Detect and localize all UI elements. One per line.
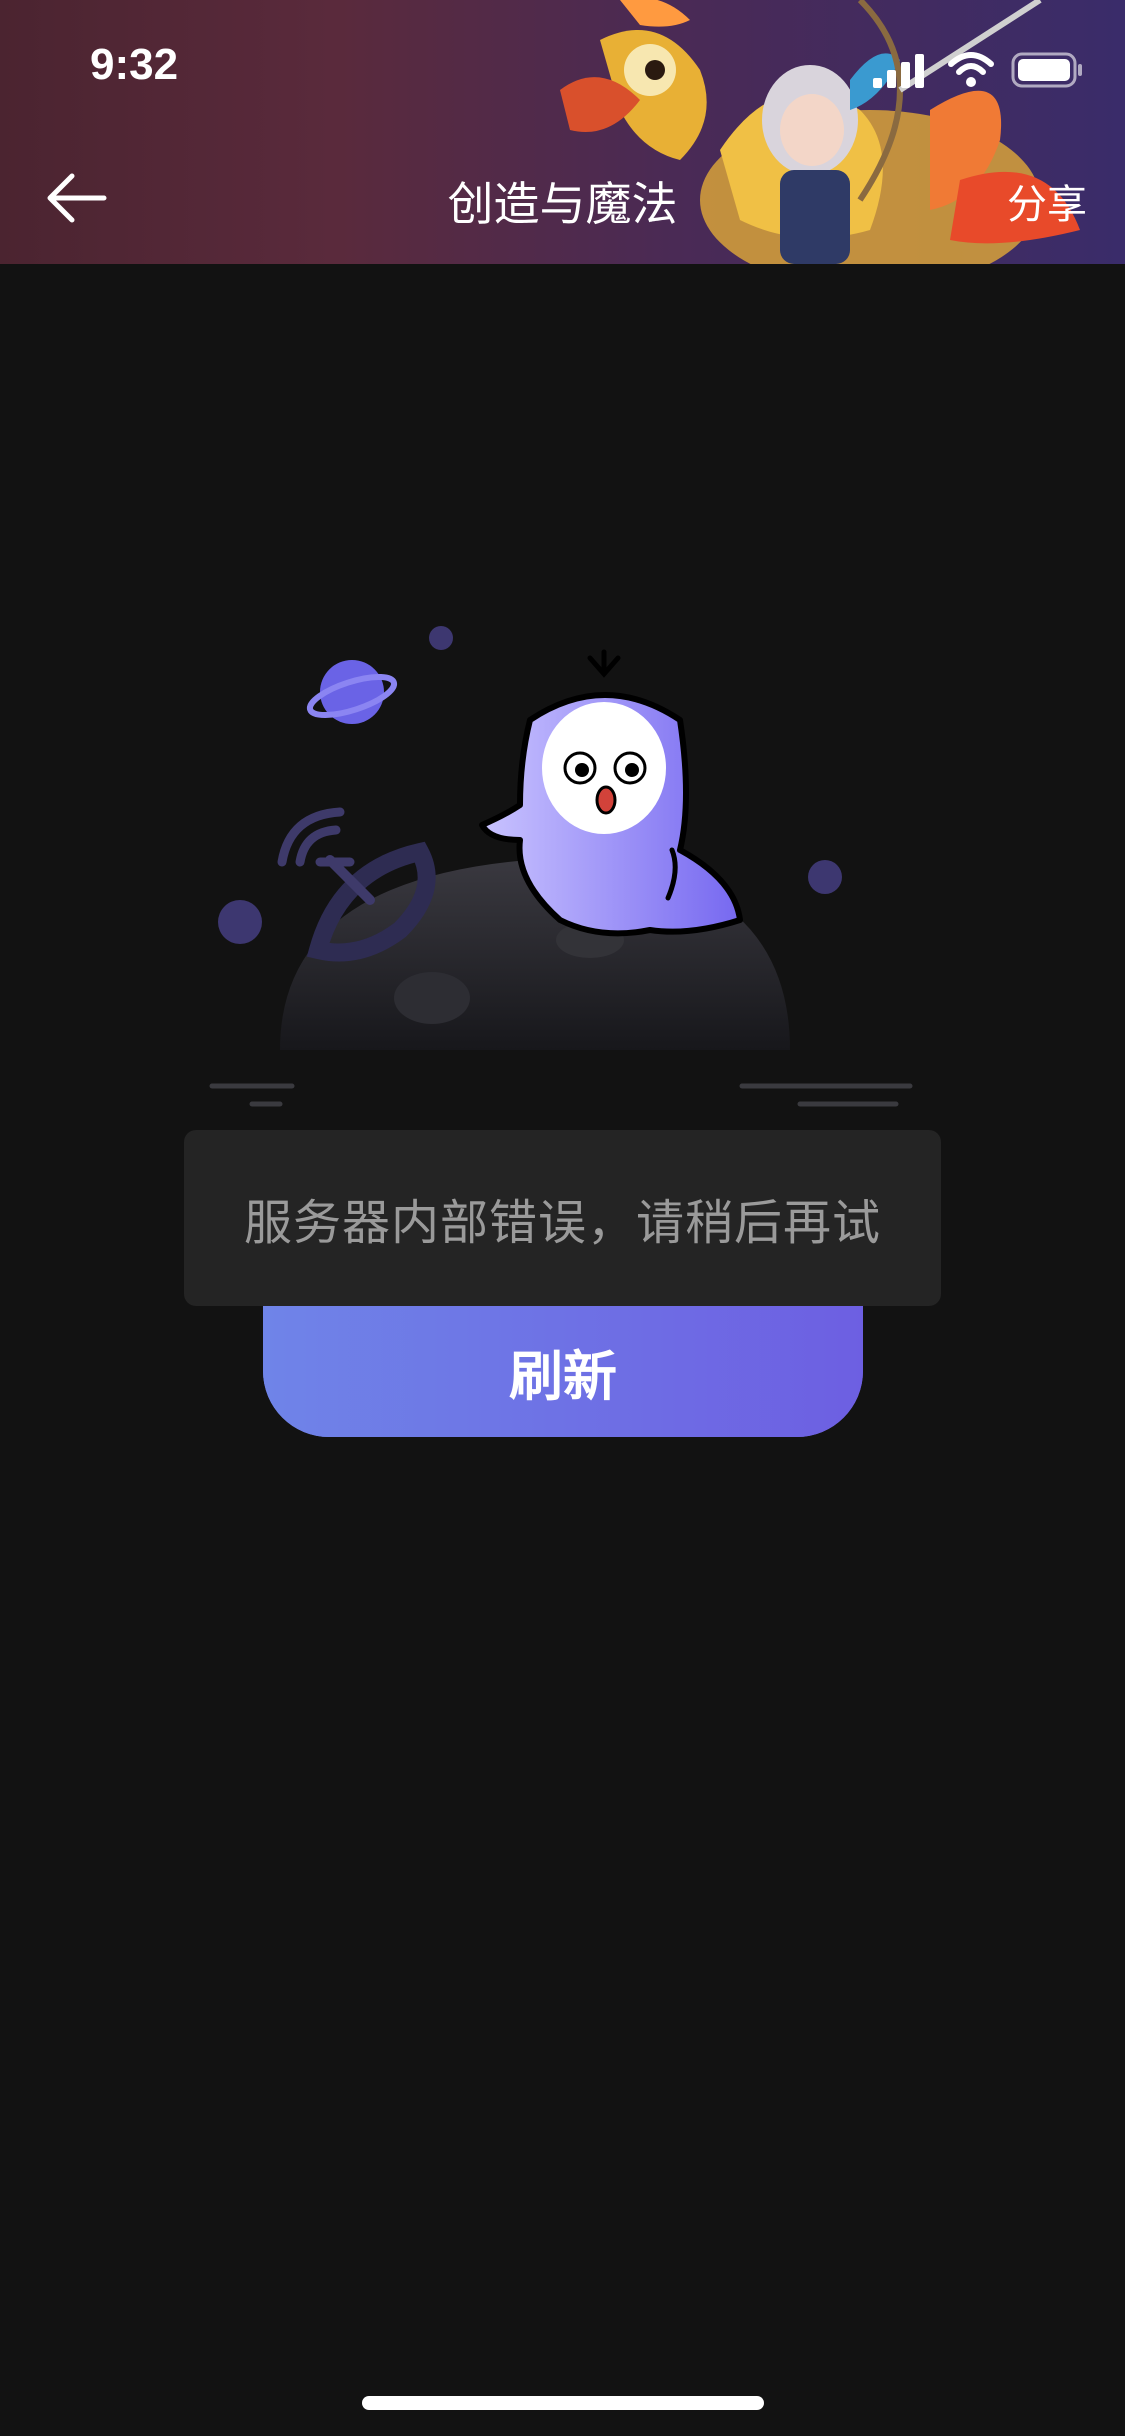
page-title: 创造与魔法 <box>447 177 678 231</box>
status-icons <box>871 48 1085 92</box>
status-time: 9:32 <box>90 40 179 89</box>
battery-icon <box>1011 52 1082 88</box>
home-indicator[interactable] <box>362 2396 764 2410</box>
error-illustration <box>209 626 913 1107</box>
refresh-button-label: 刷新 <box>509 1345 617 1408</box>
wifi-icon <box>948 52 994 87</box>
error-message: 服务器内部错误，请稍后再试 <box>243 1195 881 1251</box>
planet-icon <box>306 660 398 724</box>
refresh-button[interactable]: 刷新 <box>263 1286 863 1437</box>
error-message-box: 服务器内部错误，请稍后再试 <box>184 1130 941 1306</box>
share-button[interactable]: 分享 <box>1007 172 1087 230</box>
header-banner: 9:32 创造与魔法 分享 <box>0 0 1125 264</box>
signal-icon <box>873 54 924 88</box>
